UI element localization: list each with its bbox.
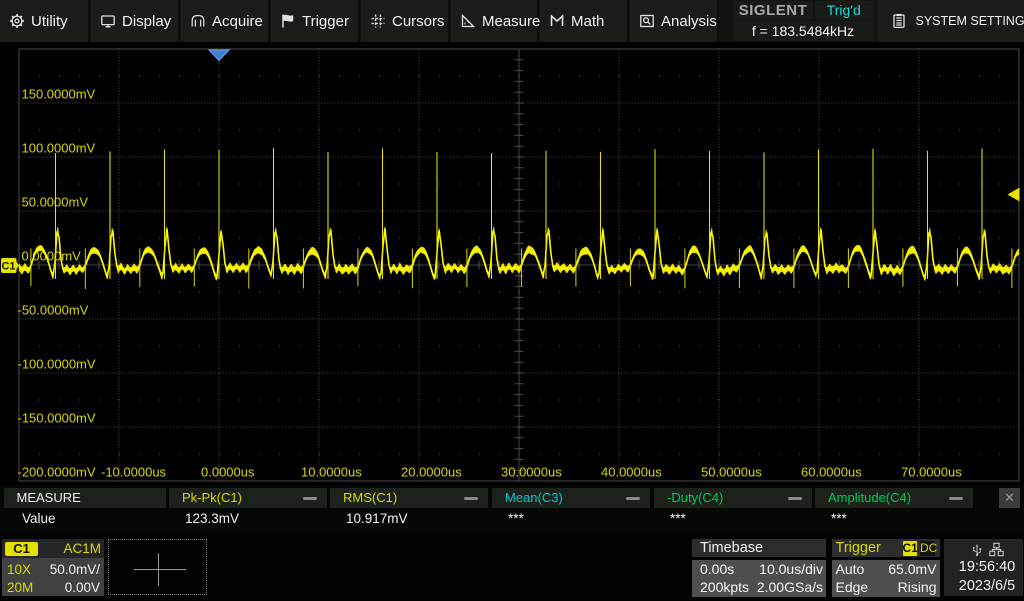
svg-text:30.0000us: 30.0000us xyxy=(501,465,562,480)
svg-text:100.0000mV: 100.0000mV xyxy=(22,141,96,156)
svg-text:-50.0000mV: -50.0000mV xyxy=(18,303,89,318)
svg-text:70.0000us: 70.0000us xyxy=(901,465,962,480)
svg-text:-150.0000mV: -150.0000mV xyxy=(18,411,96,426)
svg-text:60.0000us: 60.0000us xyxy=(801,465,862,480)
svg-text:150.0000mV: 150.0000mV xyxy=(22,87,96,102)
svg-text:-200.0000mV: -200.0000mV xyxy=(18,465,96,480)
svg-text:20.0000us: 20.0000us xyxy=(401,465,462,480)
svg-text:50.0000us: 50.0000us xyxy=(701,465,762,480)
svg-text:0.0000us: 0.0000us xyxy=(201,465,255,480)
svg-text:40.0000us: 40.0000us xyxy=(601,465,662,480)
svg-text:-100.0000mV: -100.0000mV xyxy=(18,357,96,372)
svg-text:-10.0000us: -10.0000us xyxy=(101,465,167,480)
svg-text:10.0000us: 10.0000us xyxy=(301,465,362,480)
svg-text:50.0000mV: 50.0000mV xyxy=(22,195,89,210)
svg-text:C1: C1 xyxy=(1,261,15,273)
